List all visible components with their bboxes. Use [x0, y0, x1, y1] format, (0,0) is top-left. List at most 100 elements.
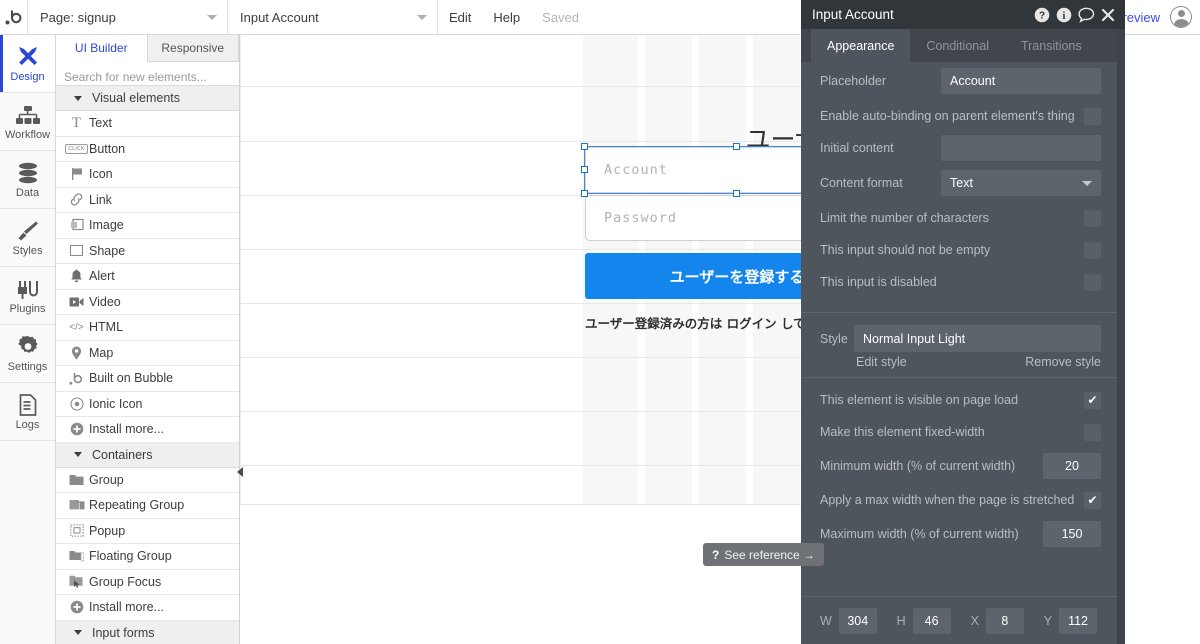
palette-item-button[interactable]: CLICK Button	[56, 137, 239, 162]
row-apply-max-width-label: Apply a max width when the page is stret…	[820, 493, 1075, 507]
palette-item-shape[interactable]: Shape	[56, 239, 239, 264]
sidebar-item-data-label: Data	[15, 187, 40, 199]
floating-folder-icon	[64, 550, 89, 562]
row-limit-characters-label: Limit the number of characters	[820, 211, 989, 225]
see-reference-label: See reference →	[724, 547, 816, 562]
help-menu[interactable]: Help	[482, 0, 531, 34]
remove-style-link[interactable]: Remove style	[1025, 355, 1101, 369]
palette-item-built-on-bubble[interactable]: Built on Bubble	[56, 366, 239, 392]
property-tabs: Appearance Conditional Transitions	[801, 29, 1125, 62]
initial-content-input[interactable]	[941, 135, 1101, 161]
login-link[interactable]: ログイン	[727, 316, 777, 331]
fixed-width-checkbox[interactable]	[1084, 423, 1101, 441]
sidebar-item-data[interactable]: Data	[0, 151, 55, 209]
element-search-input[interactable]: Search for new elements...	[56, 62, 239, 86]
tab-responsive[interactable]: Responsive	[147, 35, 239, 61]
property-editor: Input Account ? i Appearance Conditional…	[801, 0, 1125, 644]
bubble-logo-icon[interactable]	[0, 0, 28, 34]
button-icon: CLICK	[64, 143, 89, 154]
tab-ui-builder[interactable]: UI Builder	[56, 35, 148, 62]
content-format-select[interactable]: Text	[941, 170, 1101, 196]
help-circle-icon[interactable]: ?	[1031, 4, 1053, 26]
row-style-label: Style	[820, 331, 848, 346]
sidebar-item-plugins[interactable]: Plugins	[0, 267, 55, 325]
palette-item-text[interactable]: T Text	[56, 111, 239, 137]
palette-section-input-forms[interactable]: Input forms	[56, 620, 239, 644]
code-icon: </>	[69, 321, 84, 333]
folder-icon	[64, 474, 89, 486]
palette-item-link[interactable]: Link	[56, 188, 239, 213]
edit-style-link[interactable]: Edit style	[856, 355, 907, 369]
row-fixed-width-label: Make this element fixed-width	[820, 425, 985, 439]
palette-section-visual-elements[interactable]: Visual elements	[56, 86, 239, 111]
svg-text:?: ?	[1039, 10, 1045, 21]
style-select[interactable]: Normal Input Light	[854, 325, 1101, 352]
palette-item-floating-group[interactable]: Floating Group	[56, 544, 239, 570]
repeating-folder-icon	[64, 499, 89, 511]
palette-item-popup[interactable]: Popup	[56, 519, 239, 544]
palette-item-html[interactable]: </> HTML	[56, 315, 239, 341]
maximum-width-input[interactable]: 150	[1043, 521, 1101, 547]
sidebar-item-styles-label: Styles	[12, 245, 43, 257]
width-input[interactable]: 304	[838, 607, 877, 634]
avatar[interactable]	[1170, 6, 1192, 28]
page-selector[interactable]: Page: signup	[28, 0, 228, 34]
palette-item-group-focus[interactable]: Group Focus	[56, 570, 239, 595]
visible-on-page-load-checkbox[interactable]: ✔	[1084, 391, 1101, 409]
sidebar-item-settings[interactable]: Settings	[0, 325, 55, 383]
page-selector-label: Page: signup	[40, 9, 116, 25]
tab-appearance[interactable]: Appearance	[811, 29, 911, 62]
comment-icon[interactable]	[1075, 4, 1097, 26]
collapse-left-icon[interactable]	[234, 462, 246, 482]
sidebar-item-logs[interactable]: Logs	[0, 383, 55, 441]
data-icon	[17, 160, 39, 184]
palette-item-icon[interactable]: Icon	[56, 162, 239, 188]
palette-item-video[interactable]: Video	[56, 290, 239, 315]
row-placeholder-label: Placeholder	[820, 74, 887, 88]
not-empty-checkbox[interactable]	[1084, 241, 1101, 259]
x-input[interactable]: 8	[985, 607, 1024, 634]
close-icon[interactable]	[1097, 4, 1119, 26]
sidebar-item-styles[interactable]: Styles	[0, 209, 55, 267]
y-input[interactable]: 112	[1059, 607, 1097, 634]
palette-item-repeating-group[interactable]: Repeating Group	[56, 493, 239, 519]
sidebar-item-workflow[interactable]: Workflow	[0, 93, 55, 151]
row-visible-label: This element is visible on page load	[820, 393, 1019, 407]
apply-max-width-checkbox[interactable]: ✔	[1084, 491, 1101, 509]
plus-circle-icon	[64, 600, 89, 614]
palette-item-install-more-containers[interactable]: Install more...	[56, 595, 239, 621]
y-label: Y	[1043, 613, 1053, 628]
info-circle-icon[interactable]: i	[1053, 4, 1075, 26]
dimension-bar: W 304 H 46 X 8 Y 112	[801, 596, 1117, 644]
palette-item-alert[interactable]: Alert	[56, 264, 239, 290]
height-input[interactable]: 46	[912, 607, 951, 634]
sidebar-item-design[interactable]: Design	[0, 35, 55, 93]
property-panel-scrollbar[interactable]	[1117, 29, 1125, 644]
disabled-checkbox[interactable]	[1084, 273, 1101, 291]
palette-item-install-more-visual[interactable]: Install more...	[56, 417, 239, 443]
palette-item-label: Map	[89, 345, 114, 360]
tab-conditional[interactable]: Conditional	[910, 29, 1005, 62]
palette-item-ionic-icon[interactable]: Ionic Icon	[56, 392, 239, 417]
palette-item-label: Install more...	[89, 600, 165, 615]
height-label: H	[896, 613, 906, 628]
palette-item-group[interactable]: Group	[56, 468, 239, 493]
palette-item-label: Group	[89, 472, 124, 487]
palette-section-containers[interactable]: Containers	[56, 442, 239, 468]
palette-item-image[interactable]: Image	[56, 213, 239, 239]
chevron-down-icon	[74, 452, 82, 457]
minimum-width-input[interactable]: 20	[1043, 453, 1101, 479]
auto-binding-checkbox[interactable]	[1084, 107, 1101, 125]
tab-transitions[interactable]: Transitions	[1005, 29, 1098, 62]
edit-menu[interactable]: Edit	[438, 0, 482, 34]
element-selector[interactable]: Input Account	[228, 0, 438, 34]
palette-item-label: Install more...	[89, 422, 165, 437]
see-reference-button[interactable]: ? See reference →	[703, 543, 825, 566]
palette-item-label: Alert	[89, 269, 115, 284]
property-editor-title: Input Account	[812, 7, 894, 22]
placeholder-input[interactable]: Account	[941, 68, 1101, 94]
x-label: X	[970, 613, 979, 628]
palette-item-map[interactable]: Map	[56, 341, 239, 366]
limit-characters-checkbox[interactable]	[1084, 209, 1101, 227]
